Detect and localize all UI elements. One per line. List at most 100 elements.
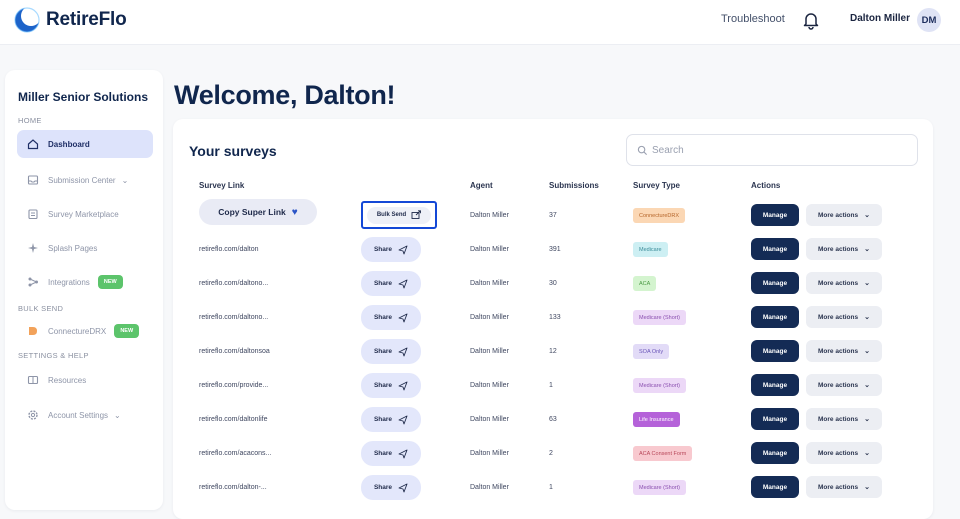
search-placeholder: Search [652,144,684,156]
share-button[interactable]: Share [361,305,421,330]
survey-link-cell[interactable]: retireflo.com/acacons... [199,450,271,457]
sidebar-item-label: Submission Center [48,175,116,185]
survey-type-badge: Medicare (Short) [633,480,686,495]
share-button[interactable]: Share [361,373,421,398]
paper-plane-icon [398,347,408,356]
heart-icon: ♥ [291,206,298,218]
share-button[interactable]: Share [361,475,421,500]
manage-button[interactable]: Manage [751,408,799,430]
more-actions-button[interactable]: More actions ⌄ [806,476,882,498]
troubleshoot-link[interactable]: Troubleshoot [721,13,785,25]
paper-plane-icon [398,381,408,390]
manage-button[interactable]: Manage [751,476,799,498]
manage-button[interactable]: Manage [751,204,799,226]
share-button[interactable]: Share [361,237,421,262]
share-label: Share [373,348,393,355]
survey-link-cell[interactable]: retireflo.com/dalton [199,246,259,253]
agent-cell: Dalton Miller [470,246,509,253]
column-header-survey-type: Survey Type [633,181,680,190]
more-actions-button[interactable]: More actions ⌄ [806,238,882,260]
store-icon [27,208,39,220]
more-actions-button[interactable]: More actions ⌄ [806,408,882,430]
agent-cell: Dalton Miller [470,450,509,457]
column-header-actions: Actions [751,181,781,190]
share-button[interactable]: Share [361,441,421,466]
org-name: Miller Senior Solutions [18,90,149,104]
more-actions-button[interactable]: More actions ⌄ [806,272,882,294]
table-row: Copy Super Link ♥ Bulk Send Dalton Mille… [173,199,933,233]
section-label-bulk-send: BULK SEND [18,304,64,313]
paper-plane-icon [398,415,408,424]
top-bar: RetireFlo Troubleshoot Dalton Miller DM [0,0,960,45]
survey-link-cell[interactable]: retireflo.com/dalton-... [199,484,267,491]
agent-cell: Dalton Miller [470,280,509,287]
sidebar-item-submission-center[interactable]: Submission Center ⌄ [17,166,153,194]
survey-type-badge: Life Insurance [633,412,680,427]
manage-button[interactable]: Manage [751,306,799,328]
bulk-send-button[interactable]: Bulk Send [361,201,437,229]
sidebar-item-splash-pages[interactable]: Splash Pages [17,234,153,262]
sidebar-item-resources[interactable]: Resources [17,366,153,394]
avatar[interactable]: DM [917,8,941,32]
more-actions-label: More actions [818,347,859,355]
sidebar-item-integrations[interactable]: Integrations NEW [17,268,153,296]
sidebar-item-label: Survey Marketplace [48,209,119,219]
chevron-down-icon: ⌄ [864,484,870,491]
survey-link-cell[interactable]: retireflo.com/provide... [199,382,268,389]
more-actions-button[interactable]: More actions ⌄ [806,374,882,396]
submissions-cell: 1 [549,382,553,389]
survey-type-badge: ACA [633,276,657,291]
agent-cell: Dalton Miller [470,212,509,219]
share-label: Share [373,484,393,491]
bell-icon[interactable] [801,10,821,30]
manage-button[interactable]: Manage [751,238,799,260]
sidebar: Miller Senior Solutions HOME Dashboard S… [5,70,163,510]
submissions-cell: 63 [549,416,557,423]
survey-link-cell[interactable]: retireflo.com/daltono... [199,314,268,321]
more-actions-button[interactable]: More actions ⌄ [806,204,882,226]
sidebar-item-survey-marketplace[interactable]: Survey Marketplace [17,200,153,228]
paper-plane-icon [398,483,408,492]
survey-link-cell[interactable]: retireflo.com/daltono... [199,280,268,287]
survey-type-badge: Medicare [633,242,668,257]
sidebar-item-account-settings[interactable]: Account Settings ⌄ [17,401,153,429]
user-name[interactable]: Dalton Miller [850,13,910,24]
chevron-down-icon: ⌄ [864,416,870,423]
logo[interactable]: RetireFlo [12,5,127,35]
share-button[interactable]: Share [361,407,421,432]
survey-type-badge: Medicare (Short) [633,378,686,393]
manage-button[interactable]: Manage [751,340,799,362]
table-row: retireflo.com/daltono... Share Dalton Mi… [173,267,933,301]
submissions-cell: 1 [549,484,553,491]
integration-icon [27,276,39,288]
table-row: retireflo.com/daltonsoa Share Dalton Mil… [173,335,933,369]
sidebar-item-label: Integrations [48,277,90,287]
bulk-send-label: Bulk Send [376,212,407,218]
survey-link-cell[interactable]: retireflo.com/daltonsoa [199,348,270,355]
more-actions-button[interactable]: More actions ⌄ [806,442,882,464]
table-row: retireflo.com/dalton-... Share Dalton Mi… [173,471,933,505]
share-button[interactable]: Share [361,339,421,364]
more-actions-label: More actions [818,211,859,219]
sidebar-item-connecturedrx[interactable]: ConnectureDRX NEW [17,317,153,345]
share-label: Share [373,382,393,389]
chevron-down-icon: ⌄ [114,410,121,420]
more-actions-label: More actions [818,483,859,491]
sidebar-item-dashboard[interactable]: Dashboard [17,130,153,158]
search-input[interactable]: Search [626,134,918,166]
share-button[interactable]: Share [361,271,421,296]
more-actions-button[interactable]: More actions ⌄ [806,306,882,328]
more-actions-button[interactable]: More actions ⌄ [806,340,882,362]
card-title: Your surveys [189,143,277,159]
copy-super-link-button[interactable]: Copy Super Link ♥ [199,199,317,225]
manage-button[interactable]: Manage [751,272,799,294]
chevron-down-icon: ⌄ [121,175,129,185]
survey-link-cell[interactable]: retireflo.com/daltonlife [199,416,267,423]
chevron-down-icon: ⌄ [864,450,870,457]
submissions-cell: 133 [549,314,561,321]
survey-type-badge: ACA Consent Form [633,446,693,461]
manage-button[interactable]: Manage [751,442,799,464]
new-badge: NEW [97,275,123,289]
manage-button[interactable]: Manage [751,374,799,396]
agent-cell: Dalton Miller [470,382,509,389]
